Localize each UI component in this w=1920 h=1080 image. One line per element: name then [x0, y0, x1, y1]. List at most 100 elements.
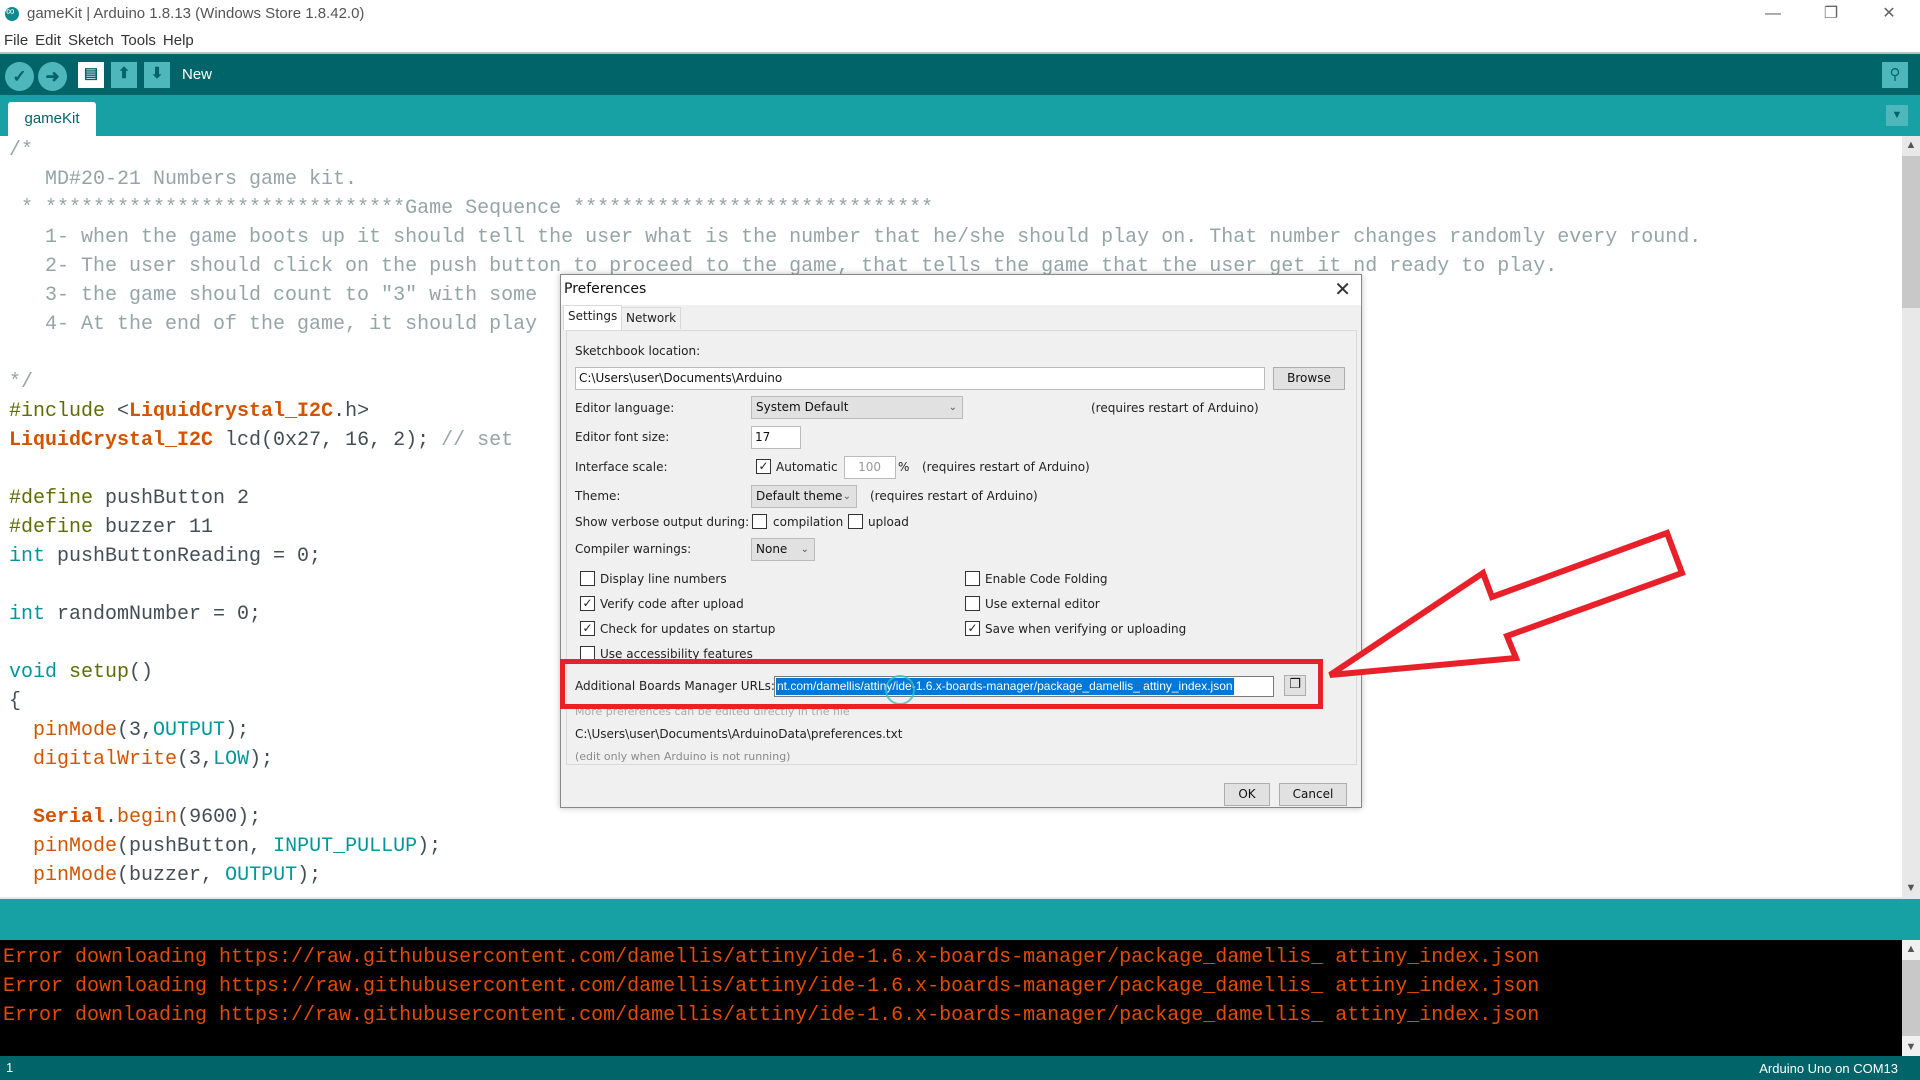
- new-sketch-button[interactable]: ▤: [78, 62, 104, 88]
- code-folding-label: Enable Code Folding: [985, 572, 1108, 586]
- save-sketch-button[interactable]: ⬇: [144, 62, 170, 88]
- code-token: pushButtonReading = 0;: [45, 545, 322, 568]
- verbose-compilation-label: compilation: [773, 515, 844, 529]
- code-token: (pushButton,: [117, 835, 274, 858]
- dialog-close-button[interactable]: ✕: [1334, 277, 1351, 301]
- save-when-verifying-label: Save when verifying or uploading: [985, 622, 1187, 636]
- verify-after-upload-label: Verify code after upload: [600, 597, 744, 611]
- triangle-down-icon: ▼: [1891, 109, 1903, 121]
- interface-scale-input[interactable]: 100: [844, 456, 896, 479]
- console-scroll-thumb[interactable]: [1902, 960, 1920, 1036]
- code-token: );: [297, 864, 322, 887]
- display-line-numbers-label: Display line numbers: [600, 572, 727, 586]
- verbose-upload-checkbox[interactable]: [848, 514, 863, 529]
- save-when-verifying-checkbox[interactable]: ✓: [965, 621, 980, 636]
- console-scrollbar[interactable]: ▲ ▼: [1902, 940, 1920, 1056]
- code-token: .: [105, 806, 118, 829]
- verify-after-upload-checkbox[interactable]: ✓: [580, 596, 595, 611]
- code-token: lcd(0x27, 16, 2);: [213, 429, 442, 452]
- font-size-label: Editor font size:: [575, 430, 670, 444]
- theme-restart-note: (requires restart of Arduino): [870, 489, 1038, 503]
- verbose-compilation-checkbox[interactable]: [752, 514, 767, 529]
- scroll-down-icon[interactable]: ▼: [1902, 1038, 1920, 1056]
- compiler-warnings-select[interactable]: None ⌄: [751, 538, 815, 561]
- external-editor-label: Use external editor: [985, 597, 1100, 611]
- verbose-output-label: Show verbose output during:: [575, 515, 750, 529]
- code-line: * ******************************Game Seq…: [9, 194, 933, 223]
- sketchbook-location-label: Sketchbook location:: [575, 344, 701, 358]
- menu-sketch[interactable]: Sketch: [64, 30, 117, 49]
- sketchbook-location-input[interactable]: C:\Users\user\Documents\Arduino: [575, 367, 1265, 390]
- code-token: int: [9, 603, 46, 626]
- checkmark-icon: ✓: [12, 67, 27, 86]
- interface-scale-automatic-label: Automatic: [776, 460, 838, 474]
- code-line: 1- when the game boots up it should tell…: [9, 223, 1701, 252]
- tab-network[interactable]: Network: [621, 307, 682, 329]
- close-window-button[interactable]: ✕: [1864, 0, 1914, 30]
- scroll-down-icon[interactable]: ▼: [1902, 879, 1920, 897]
- ok-button[interactable]: OK: [1224, 783, 1270, 806]
- cancel-button[interactable]: Cancel: [1279, 783, 1347, 806]
- check-updates-checkbox[interactable]: ✓: [580, 621, 595, 636]
- display-line-numbers-checkbox[interactable]: [580, 571, 595, 586]
- browse-button[interactable]: Browse: [1273, 367, 1345, 390]
- percent-sign: %: [898, 460, 910, 474]
- check-updates-label: Check for updates on startup: [600, 622, 776, 636]
- code-token: {: [9, 690, 22, 713]
- editor-language-select[interactable]: System Default ⌄: [751, 396, 963, 419]
- editor-scrollbar[interactable]: ▲ ▼: [1902, 136, 1920, 897]
- code-token: LiquidCrystal_I2C: [129, 400, 334, 423]
- magnifier-icon: ⚲: [1889, 66, 1901, 83]
- scroll-up-icon[interactable]: ▲: [1902, 136, 1920, 154]
- tab-gamekit[interactable]: gameKit: [8, 102, 96, 136]
- open-sketch-button[interactable]: ⬆: [111, 62, 137, 88]
- code-token: // set: [441, 429, 514, 452]
- code-token: buzzer 11: [93, 516, 214, 539]
- interface-scale-automatic-checkbox[interactable]: ✓: [756, 459, 771, 474]
- serial-monitor-button[interactable]: ⚲: [1882, 62, 1908, 88]
- tab-settings[interactable]: Settings: [563, 305, 623, 330]
- code-token: 3- the game should count to "3" with som…: [9, 284, 538, 307]
- minimize-button[interactable]: —: [1748, 0, 1798, 30]
- code-line: pinMode(buzzer, OUTPUT);: [9, 861, 321, 890]
- verify-button[interactable]: ✓: [5, 62, 34, 91]
- theme-select[interactable]: Default theme ⌄: [751, 485, 857, 508]
- code-token: begin: [117, 806, 178, 829]
- console-line: Error downloading https://raw.githubuser…: [3, 1004, 1540, 1027]
- menu-file[interactable]: File: [0, 30, 31, 49]
- edit-only-note: (edit only when Arduino is not running): [575, 750, 791, 763]
- code-token: Serial: [33, 806, 106, 829]
- code-token: #define: [9, 516, 94, 539]
- code-token: .h>: [333, 400, 370, 423]
- scroll-up-icon[interactable]: ▲: [1902, 940, 1920, 958]
- code-token: OUTPUT: [153, 719, 226, 742]
- code-token: (buzzer,: [117, 864, 226, 887]
- code-line: MD#20-21 Numbers game kit.: [9, 165, 357, 194]
- code-token: );: [417, 835, 442, 858]
- upload-button[interactable]: ➜: [38, 62, 67, 91]
- code-token: OUTPUT: [225, 864, 298, 887]
- code-token: setup: [69, 661, 130, 684]
- code-token: void: [9, 661, 58, 684]
- menu-edit[interactable]: Edit: [31, 30, 64, 49]
- code-token: int: [9, 545, 46, 568]
- maximize-button[interactable]: ❐: [1806, 0, 1856, 30]
- code-line: digitalWrite(3,LOW);: [9, 745, 273, 774]
- window-title-bar: gameKit | Arduino 1.8.13 (Windows Store …: [0, 0, 1920, 30]
- editor-language-value: System Default: [756, 400, 849, 414]
- code-folding-checkbox[interactable]: [965, 571, 980, 586]
- toolbar-hover-label: New: [182, 66, 213, 83]
- font-size-input[interactable]: 17: [751, 426, 801, 449]
- tab-menu-button[interactable]: ▼: [1886, 105, 1908, 126]
- code-line: int pushButtonReading = 0;: [9, 542, 321, 571]
- editor-scroll-thumb[interactable]: [1902, 156, 1920, 308]
- dialog-title-bar: Preferences ✕: [561, 275, 1361, 305]
- console-line: Error downloading https://raw.githubuser…: [3, 975, 1540, 998]
- code-token: LiquidCrystal_I2C: [9, 429, 214, 452]
- menu-help[interactable]: Help: [159, 30, 197, 49]
- code-line: pinMode(3,OUTPUT);: [9, 716, 249, 745]
- code-token: /*: [9, 139, 34, 162]
- external-editor-checkbox[interactable]: [965, 596, 980, 611]
- menu-tools[interactable]: Tools: [117, 30, 159, 49]
